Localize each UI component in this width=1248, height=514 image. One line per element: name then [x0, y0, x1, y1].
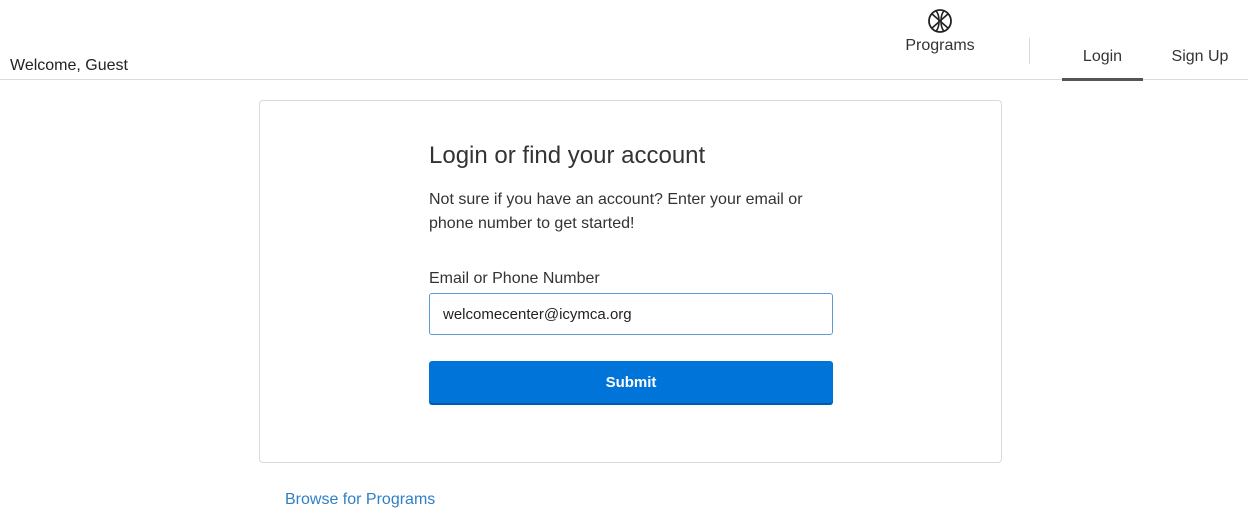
email-or-phone-input[interactable]: [429, 293, 833, 335]
nav-divider: [1029, 38, 1030, 64]
basketball-icon: [890, 8, 990, 34]
nav-programs-label: Programs: [905, 37, 975, 54]
login-description: Not sure if you have an account? Enter y…: [429, 191, 803, 232]
email-field-label: Email or Phone Number: [429, 270, 600, 287]
browse-programs-link[interactable]: Browse for Programs: [285, 491, 435, 509]
submit-button[interactable]: Submit: [429, 361, 833, 403]
top-header: Welcome, Guest Programs Login Sign Up: [0, 0, 1248, 81]
login-title: Login or find your account: [429, 142, 706, 169]
nav-login-tab[interactable]: Login: [1062, 46, 1143, 81]
nav-signup-tab[interactable]: Sign Up: [1160, 46, 1240, 80]
nav-programs[interactable]: Programs: [890, 8, 990, 68]
welcome-text: Welcome, Guest: [10, 57, 128, 74]
